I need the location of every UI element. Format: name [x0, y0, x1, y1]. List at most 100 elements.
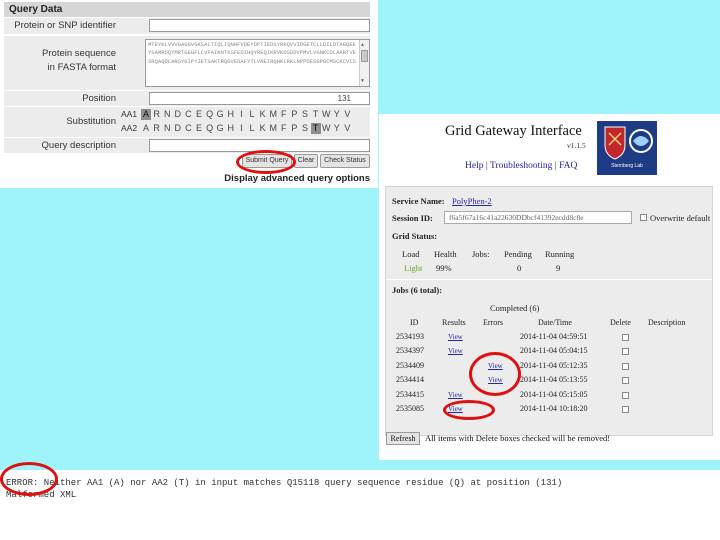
- aa2-residue[interactable]: V: [342, 123, 352, 134]
- status-divider: [386, 279, 712, 280]
- aa1-residue[interactable]: M: [268, 109, 278, 120]
- delete-checkbox[interactable]: [622, 377, 629, 385]
- aa1-label: AA1: [121, 109, 138, 119]
- refresh-button[interactable]: Refresh: [386, 432, 420, 445]
- job-id: 2534414: [396, 375, 424, 385]
- aa1-residue[interactable]: G: [215, 109, 225, 120]
- faq-link[interactable]: FAQ: [559, 161, 577, 171]
- aa1-residue[interactable]: N: [162, 109, 172, 120]
- aa2-residue[interactable]: R: [152, 123, 162, 134]
- advanced-options-link[interactable]: Display advanced query options: [224, 173, 370, 184]
- col-header-results: Results: [442, 318, 466, 327]
- aa2-residue[interactable]: K: [258, 123, 268, 134]
- aa2-residue[interactable]: S: [300, 123, 310, 134]
- error-message: ERROR: Neither AA1 (A) nor AA2 (T) in in…: [6, 478, 563, 488]
- aa2-label: AA2: [121, 123, 138, 133]
- aa1-residue[interactable]: P: [289, 109, 299, 120]
- aa2-residue[interactable]: D: [173, 123, 183, 134]
- job-datetime: 2014-11-04 05:15:05: [520, 389, 588, 399]
- clear-button[interactable]: Clear: [294, 154, 318, 168]
- aa2-residue[interactable]: G: [215, 123, 225, 134]
- gateway-version: v1.1.5: [567, 141, 586, 150]
- job-datetime: 2014-11-04 05:12:35: [520, 360, 588, 370]
- aa2-residue[interactable]: L: [247, 123, 257, 134]
- aa1-residue[interactable]: W: [321, 109, 331, 120]
- aa1-residue[interactable]: C: [183, 109, 193, 120]
- aa2-residue[interactable]: Y: [332, 123, 342, 134]
- error-output-panel: ERROR: Neither AA1 (A) nor AA2 (T) in in…: [0, 462, 720, 540]
- submit-query-button[interactable]: Submit Query: [242, 154, 292, 168]
- delete-checkbox[interactable]: [622, 362, 629, 370]
- running-header: Running: [545, 249, 575, 259]
- substitution-label: Substitution: [66, 116, 116, 127]
- identifier-input[interactable]: [149, 19, 370, 32]
- help-link[interactable]: Help: [465, 161, 483, 171]
- troubleshooting-link[interactable]: Troubleshooting: [490, 161, 552, 171]
- aa2-residue[interactable]: T: [310, 123, 321, 134]
- job-datetime: 2014-11-04 05:04:15: [520, 346, 588, 356]
- session-id-label: Session ID:: [392, 213, 433, 223]
- aa1-residue[interactable]: T: [311, 109, 321, 120]
- aa1-residue[interactable]: F: [279, 109, 289, 120]
- results-view-link[interactable]: View: [448, 333, 463, 341]
- scroll-down-icon[interactable]: ▼: [361, 77, 364, 85]
- aa1-residue[interactable]: Y: [332, 109, 342, 120]
- aa2-residue[interactable]: F: [279, 123, 289, 134]
- position-input[interactable]: 131: [149, 92, 370, 105]
- delete-checkbox[interactable]: [622, 391, 629, 399]
- identifier-label: Protein or SNP identifier: [14, 20, 116, 31]
- load-header: Load: [402, 249, 420, 259]
- errors-view-link[interactable]: View: [488, 362, 503, 370]
- aa1-residue[interactable]: E: [194, 109, 204, 120]
- gateway-links: Help | Troubleshooting | FAQ: [465, 161, 578, 171]
- job-id: 2534415: [396, 389, 424, 399]
- aa2-residue[interactable]: P: [289, 123, 299, 134]
- fasta-sequence-textarea[interactable]: MTEYKLVVVGAGGVGKSALTIQLIQNHFVDEYDPTIEDSY…: [145, 39, 370, 87]
- description-input[interactable]: [149, 139, 370, 152]
- delete-checkbox[interactable]: [622, 334, 629, 341]
- aa2-residue[interactable]: N: [162, 123, 172, 134]
- delete-checkbox[interactable]: [622, 348, 629, 356]
- aa2-residue[interactable]: I: [236, 123, 246, 134]
- aa1-residue[interactable]: K: [258, 109, 268, 120]
- aa2-residue[interactable]: Q: [205, 123, 215, 134]
- pending-value: 0: [517, 263, 522, 273]
- fasta-sequence-text: MTEYKLVVVGAGGVGKSALTIQLIQNHFVDEYDPTIEDSY…: [148, 41, 356, 65]
- fasta-scrollbar[interactable]: ▲ ▼: [359, 40, 369, 86]
- aa1-residue[interactable]: L: [247, 109, 257, 120]
- aa2-residue[interactable]: W: [321, 123, 331, 134]
- results-view-link[interactable]: View: [448, 391, 463, 399]
- aa2-residue[interactable]: C: [183, 123, 193, 134]
- service-name-link[interactable]: PolyPhen-2: [452, 196, 492, 206]
- position-label: Position: [82, 93, 116, 104]
- scroll-up-icon[interactable]: ▲: [361, 41, 364, 49]
- results-view-link[interactable]: View: [448, 347, 463, 355]
- job-id: 2535085: [396, 404, 424, 413]
- check-status-button[interactable]: Check Status: [320, 154, 370, 168]
- aa1-residue[interactable]: R: [152, 109, 162, 120]
- aa1-residue[interactable]: D: [173, 109, 183, 120]
- aa1-residue[interactable]: S: [300, 109, 310, 120]
- description-row: Query description: [4, 138, 370, 153]
- aa2-residue[interactable]: E: [194, 123, 204, 134]
- aa1-residue[interactable]: V: [342, 109, 352, 120]
- aa2-residue[interactable]: H: [226, 123, 236, 134]
- gateway-status-box: Service Name: PolyPhen-2 Session ID: f6a…: [385, 186, 713, 436]
- job-datetime: 2014-11-04 04:59:51: [520, 332, 588, 341]
- aa1-residue[interactable]: Q: [205, 109, 215, 120]
- session-id-input[interactable]: f6a5f67a16c41a22630DDbcf41392ecdd8c8e: [444, 211, 632, 224]
- col-header-delete: Delete: [610, 318, 631, 327]
- aa1-residue[interactable]: H: [226, 109, 236, 120]
- delete-checkbox[interactable]: [622, 406, 629, 413]
- aa1-residue[interactable]: A: [141, 109, 151, 120]
- description-label: Query description: [41, 140, 116, 151]
- service-name-label: Service Name:: [392, 196, 445, 206]
- results-view-link[interactable]: View: [448, 405, 463, 413]
- scroll-thumb[interactable]: [361, 50, 368, 62]
- refresh-note: All items with Delete boxes checked will…: [425, 433, 611, 443]
- aa1-residue[interactable]: I: [236, 109, 246, 120]
- aa2-residue[interactable]: M: [268, 123, 278, 134]
- errors-view-link[interactable]: View: [488, 376, 503, 384]
- overwrite-checkbox[interactable]: [640, 214, 647, 221]
- aa2-residue[interactable]: A: [141, 123, 151, 134]
